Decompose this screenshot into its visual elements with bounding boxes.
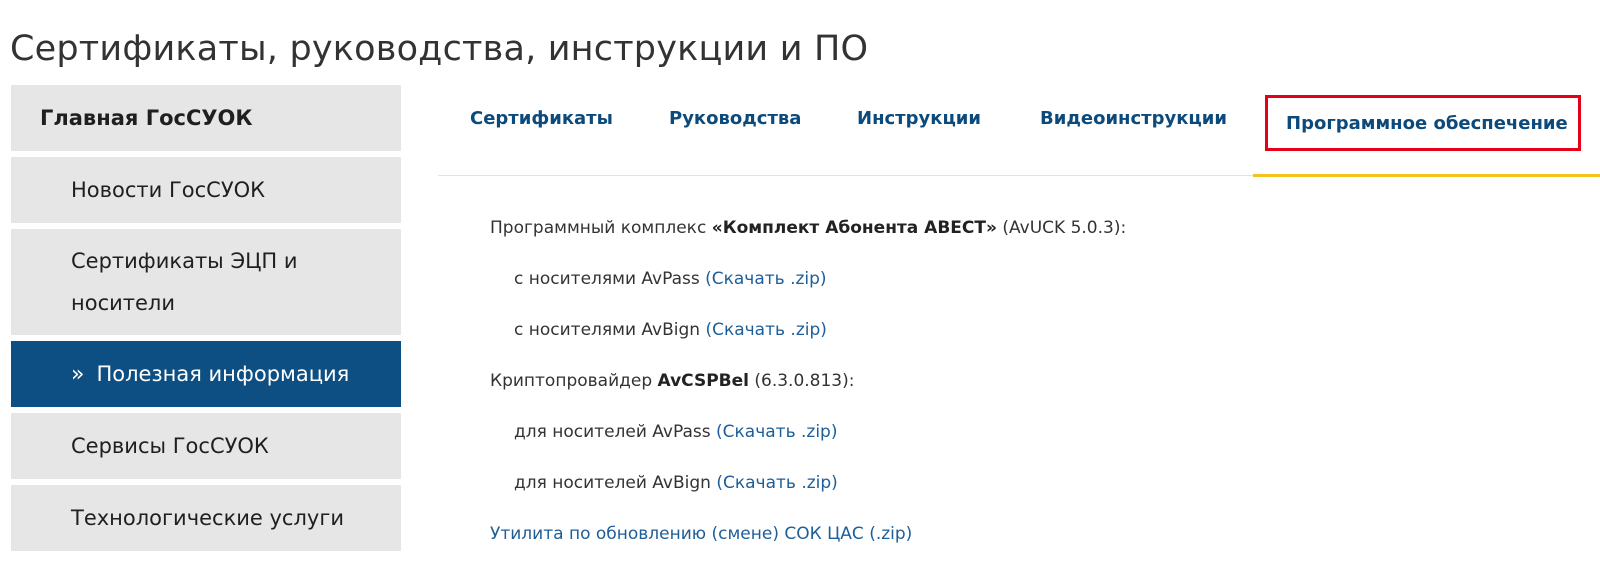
avuck-prefix: Программный комплекс [490,218,712,238]
sidebar-item-label: Новости ГосСУОК [71,178,266,202]
avcsp-avbign-text: для носителей AvBign [514,473,717,493]
sidebar-item-news[interactable]: Новости ГосСУОК [11,157,401,223]
utility-item: Утилита по обновлению (смене) СОК ЦАС (.… [490,524,1126,575]
download-avuck-avpass-link[interactable]: (Скачать .zip) [705,269,826,289]
download-avcsp-avbign-link[interactable]: (Скачать .zip) [716,473,837,493]
avuck-avpass-text: с носителями AvPass [514,269,706,289]
avuck-avbign-text: с носителями AvBign [514,320,706,340]
sidebar-nav: Главная ГосСУОК Новости ГосСУОК Сертифик… [11,85,401,557]
sidebar-item-label: Сертификаты ЭЦП и носители [71,249,298,315]
page-title: Сертификаты, руководства, инструкции и П… [10,29,869,70]
avuck-avpass-item: с носителями AvPass (Скачать .zip) [490,269,1126,320]
avuck-version: (AvUCK 5.0.3): [996,218,1127,238]
sidebar-item-certificates-media[interactable]: Сертификаты ЭЦП и носители [11,229,401,335]
tab-instructions[interactable]: Инструкции [857,85,981,151]
double-chevron-right-icon: » [71,361,85,387]
download-avuck-avbign-link[interactable]: (Скачать .zip) [705,320,826,340]
avcsp-prefix: Криптопровайдер [490,371,658,391]
avcsp-avbign-item: для носителей AvBign (Скачать .zip) [490,473,1126,524]
sidebar-item-label: Технологические услуги [71,506,345,530]
avuck-avbign-item: с носителями AvBign (Скачать .zip) [490,320,1126,371]
avcsp-name: AvCSPBel [657,371,749,391]
software-content: Программный комплекс «Комплект Абонента … [490,218,1126,575]
avcsp-version: (6.3.0.813): [748,371,855,391]
tab-manuals[interactable]: Руководства [669,85,801,151]
sidebar-item-label: Полезная информация [96,362,350,386]
tab-certificates[interactable]: Сертификаты [470,85,613,151]
download-avcsp-avpass-link[interactable]: (Скачать .zip) [716,422,837,442]
avuck-heading: Программный комплекс «Комплект Абонента … [490,218,1126,269]
avcsp-avpass-item: для носителей AvPass (Скачать .zip) [490,422,1126,473]
sidebar-item-label: Сервисы ГосСУОК [71,434,269,458]
sidebar-item-useful-info[interactable]: » Полезная информация [11,341,401,407]
tab-video-instructions[interactable]: Видеоинструкции [1040,85,1227,151]
download-utility-link[interactable]: Утилита по обновлению (смене) СОК ЦАС (.… [490,524,912,544]
sidebar-item-services[interactable]: Сервисы ГосСУОК [11,413,401,479]
avuck-name: «Комплект Абонента АВЕСТ» [711,218,997,238]
sidebar-item-tech-services[interactable]: Технологические услуги [11,485,401,551]
avcsp-avpass-text: для носителей AvPass [514,422,717,442]
tab-bar: Сертификаты Руководства Инструкции Видео… [438,85,1600,177]
avcsp-heading: Криптопровайдер AvCSPBel (6.3.0.813): [490,371,1126,422]
sidebar-item-label: Главная ГосСУОК [40,106,253,130]
active-tab-underline [1253,174,1600,177]
sidebar-item-main[interactable]: Главная ГосСУОК [11,85,401,151]
tab-software[interactable]: Программное обеспечение [1265,95,1581,151]
